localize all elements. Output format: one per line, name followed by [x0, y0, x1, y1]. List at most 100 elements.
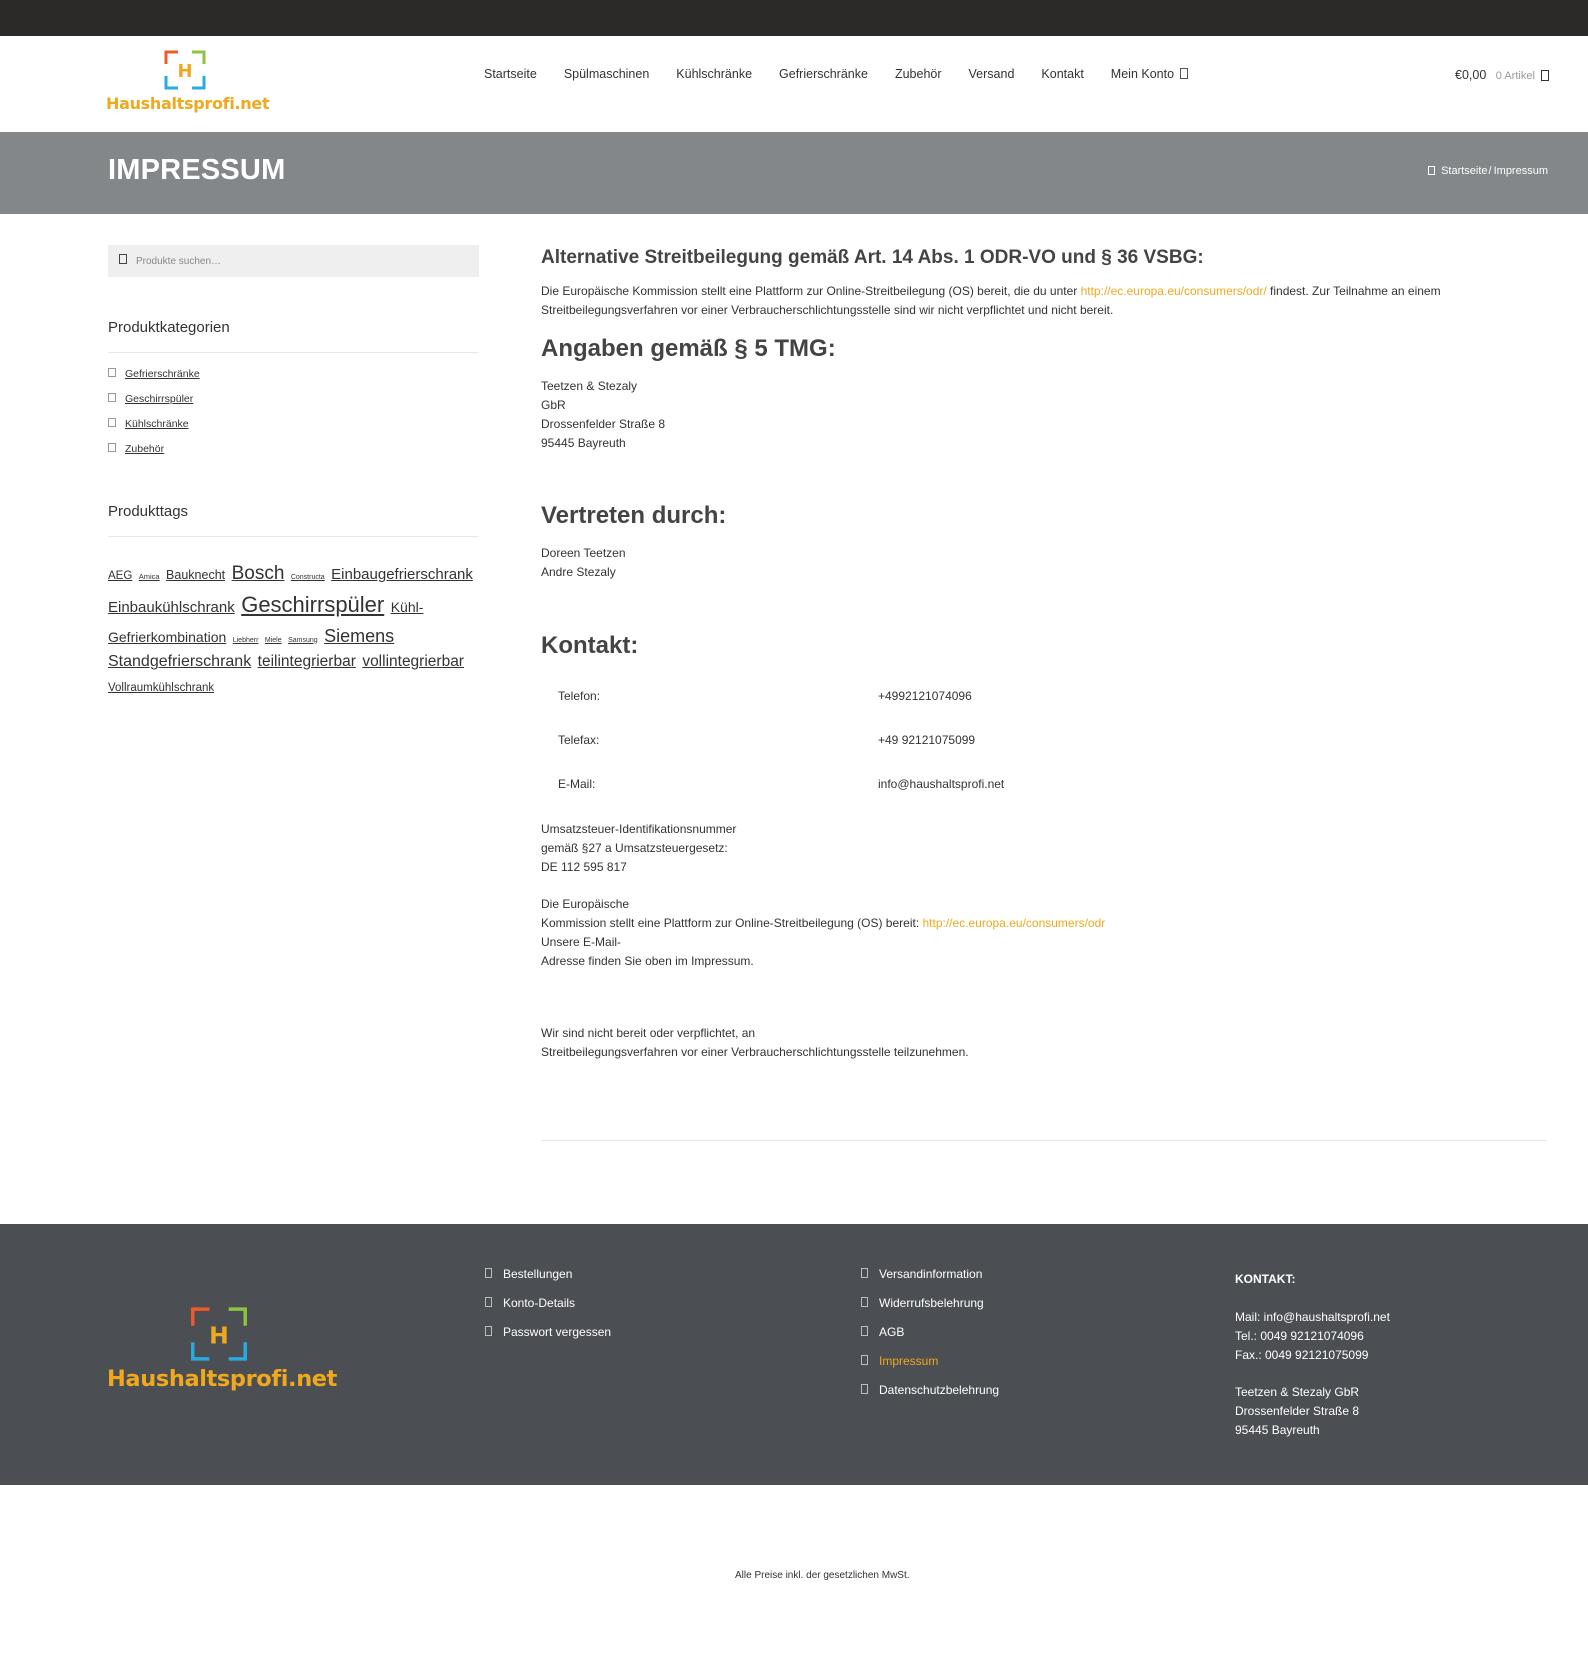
- tag-link[interactable]: AEG: [108, 570, 132, 582]
- product-search-input[interactable]: [136, 245, 466, 277]
- footer-link-versandinformation[interactable]: Versandinformation: [879, 1267, 982, 1281]
- category-link-gefrierschraenke[interactable]: Gefrierschränke: [125, 368, 200, 380]
- footer-link-impressum[interactable]: Impressum: [879, 1354, 938, 1368]
- price-note: Alle Preise inkl. der gesetzlichen MwSt.: [735, 1570, 910, 1581]
- cart-item-count: 0 Artikel: [1495, 70, 1535, 82]
- final-line: Wir sind nicht bereit oder verpflichtet,…: [541, 1026, 756, 1040]
- home-icon: [1428, 166, 1436, 175]
- list-item: AGB: [861, 1325, 999, 1354]
- contact-value: +49 92121075099: [878, 733, 976, 747]
- nav-spuelmaschinen[interactable]: Spülmaschinen: [564, 67, 649, 81]
- final-line: Streitbeilegungsverfahren vor einer Verb…: [541, 1045, 969, 1059]
- eu-odr-link[interactable]: http://ec.europa.eu/consumers/odr: [923, 916, 1106, 930]
- list-item: Datenschutzbelehrung: [861, 1383, 999, 1412]
- footer-contact-title: KONTAKT:: [1235, 1272, 1296, 1286]
- site-footer: H Haushaltsprofi.net Bestellungen Konto-…: [0, 1224, 1588, 1485]
- folder-icon: [108, 443, 116, 452]
- category-link-kuehlschraenke[interactable]: Kühlschränke: [125, 418, 189, 430]
- footer-link-passwort-vergessen[interactable]: Passwort vergessen: [503, 1325, 611, 1339]
- tag-link[interactable]: teilintegrierbar: [258, 653, 356, 670]
- footer-link-bestellungen[interactable]: Bestellungen: [503, 1267, 572, 1281]
- top-bar: [0, 0, 1588, 36]
- cart-total: €0,00: [1455, 68, 1487, 82]
- footer-address-line: 95445 Bayreuth: [1235, 1423, 1320, 1437]
- list-item: Geschirrspüler: [108, 393, 479, 418]
- logo-mark-icon: H: [164, 50, 206, 90]
- final-statement: Wir sind nicht bereit oder verpflichtet,…: [541, 1024, 1547, 1062]
- vat-line: gemäß §27 a Umsatzsteuergesetz:: [541, 841, 728, 855]
- logo-mark-icon: H: [191, 1307, 247, 1361]
- tag-link[interactable]: Standgefrierschrank: [108, 653, 251, 670]
- categories-widget-title: Produktkategorien: [108, 319, 479, 353]
- tag-link[interactable]: Amica: [139, 572, 160, 581]
- footer-logo[interactable]: H Haushaltsprofi.net: [107, 1306, 337, 1396]
- main-nav: Startseite Spülmaschinen Kühlschränke Ge…: [484, 67, 1215, 81]
- cart-widget[interactable]: €0,00 0 Artikel: [1455, 68, 1550, 82]
- eu-line: Die Europäische: [541, 897, 630, 911]
- site-logo[interactable]: H Haushaltsprofi.net: [106, 50, 270, 116]
- contact-value: info@haushaltsprofi.net: [878, 777, 1005, 791]
- shopping-bag-icon: [1541, 70, 1550, 81]
- link-icon: [485, 1326, 492, 1336]
- contact-table: Telefon: +4992121074096 Telefax: +49 921…: [541, 674, 1547, 806]
- link-icon: [485, 1297, 492, 1307]
- tag-link[interactable]: Liebherr: [233, 637, 259, 644]
- sidebar: Produktkategorien Gefrierschränke Geschi…: [108, 245, 479, 700]
- category-link-geschirrspueler[interactable]: Geschirrspüler: [125, 393, 193, 405]
- nav-kuehlschraenke[interactable]: Kühlschränke: [676, 67, 752, 81]
- tag-link[interactable]: vollintegrierbar: [362, 653, 464, 670]
- breadcrumb-current: Impressum: [1493, 165, 1548, 177]
- vat-info: Umsatzsteuer-Identifikationsnummer gemäß…: [541, 820, 1547, 877]
- nav-gefrierschraenke[interactable]: Gefrierschränke: [779, 67, 868, 81]
- folder-icon: [108, 393, 116, 402]
- category-link-zubehoer[interactable]: Zubehör: [125, 443, 164, 455]
- heading-kontakt: Kontakt:: [541, 632, 639, 659]
- tags-widget-title: Produkttags: [108, 503, 479, 537]
- nav-mein-konto[interactable]: Mein Konto: [1111, 67, 1189, 81]
- representative-name: Andre Stezaly: [541, 565, 616, 579]
- breadcrumb-separator: /: [1488, 165, 1492, 177]
- tag-link[interactable]: Einbaukühlschrank: [108, 599, 235, 616]
- link-icon: [861, 1268, 868, 1278]
- link-icon: [861, 1355, 868, 1365]
- tag-link[interactable]: Siemens: [324, 626, 394, 646]
- tag-link[interactable]: Vollraumkühlschrank: [108, 682, 214, 694]
- user-icon: [1180, 68, 1189, 79]
- nav-versand[interactable]: Versand: [969, 67, 1015, 81]
- footer-link-konto-details[interactable]: Konto-Details: [503, 1296, 575, 1310]
- tag-cloud: AEG Amica Bauknecht Bosch Constructa Ein…: [108, 559, 479, 700]
- footer-link-widerrufsbelehrung[interactable]: Widerrufsbelehrung: [879, 1296, 984, 1310]
- breadcrumb: Startseite/Impressum: [1428, 165, 1548, 177]
- svg-text:H: H: [209, 1322, 229, 1350]
- footer-address-line: Drossenfelder Straße 8: [1235, 1404, 1360, 1418]
- list-item: Versandinformation: [861, 1267, 999, 1296]
- footer-contact: KONTAKT: Mail: info@haushaltsprofi.net T…: [1235, 1270, 1390, 1440]
- footer-info-links: Versandinformation Widerrufsbelehrung AG…: [861, 1267, 999, 1412]
- tag-link[interactable]: Einbaugefrierschrank: [331, 566, 473, 583]
- footer-link-agb[interactable]: AGB: [879, 1325, 904, 1339]
- nav-zubehoer[interactable]: Zubehör: [895, 67, 942, 81]
- footer-link-datenschutzbelehrung[interactable]: Datenschutzbelehrung: [879, 1383, 999, 1397]
- tag-link[interactable]: Constructa: [291, 574, 325, 581]
- folder-icon: [108, 418, 116, 427]
- tag-link[interactable]: Bosch: [232, 563, 285, 584]
- list-item: Konto-Details: [485, 1296, 611, 1325]
- nav-startseite[interactable]: Startseite: [484, 67, 537, 81]
- tag-link[interactable]: Bauknecht: [166, 568, 225, 582]
- paragraph-streitbeilegung: Die Europäische Kommission stellt eine P…: [541, 282, 1547, 320]
- page-title-bar: IMPRESSUM Startseite/Impressum: [0, 132, 1588, 214]
- tag-link[interactable]: Miele: [265, 637, 282, 644]
- svg-text:H: H: [177, 61, 192, 82]
- tag-link[interactable]: Samsung: [288, 637, 318, 644]
- heading-angaben: Angaben gemäß § 5 TMG:: [541, 335, 836, 362]
- company-address: Teetzen & Stezaly GbR Drossenfelder Stra…: [541, 377, 1547, 453]
- folder-icon: [108, 368, 116, 377]
- link-icon: [861, 1326, 868, 1336]
- tag-link[interactable]: Geschirrspüler: [241, 592, 384, 617]
- nav-kontakt[interactable]: Kontakt: [1041, 67, 1083, 81]
- address-line: Teetzen & Stezaly: [541, 379, 638, 393]
- link-icon: [861, 1297, 868, 1307]
- odr-link[interactable]: http://ec.europa.eu/consumers/odr/: [1081, 284, 1267, 298]
- breadcrumb-home[interactable]: Startseite: [1441, 165, 1487, 177]
- logo-wordmark: Haushaltsprofi.net: [106, 94, 270, 113]
